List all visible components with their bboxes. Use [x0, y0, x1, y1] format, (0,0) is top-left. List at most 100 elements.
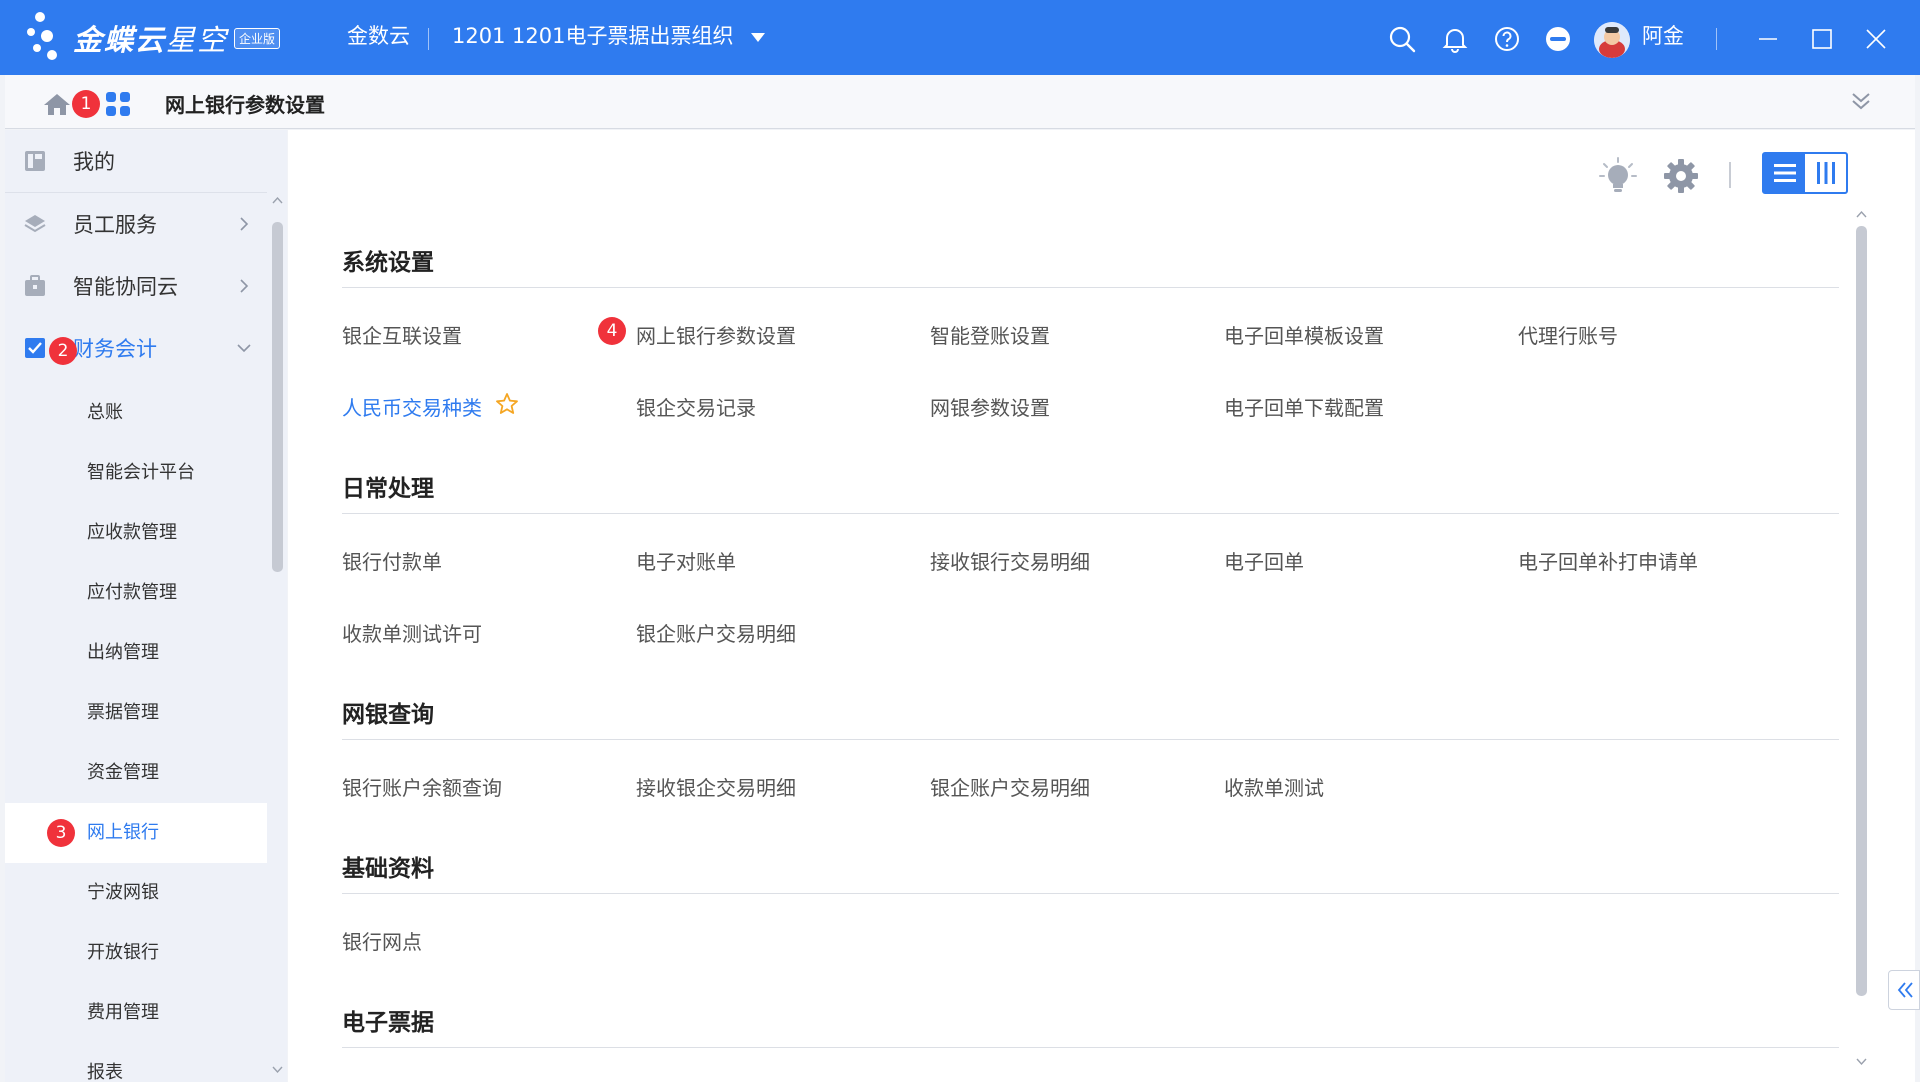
scroll-up-icon[interactable]: [1856, 210, 1867, 220]
org-dropdown-caret-icon[interactable]: [751, 33, 765, 42]
content-scroll-thumb[interactable]: [1856, 226, 1867, 996]
sidebar: 我的 员工服务 智能协同云 财务会计 2 总账 智能会计平台 应收款管理 应付款…: [5, 130, 287, 1082]
section-title-e-bills: 电子票据: [342, 1010, 434, 1036]
chevron-right-icon: [240, 279, 249, 293]
topbar-divider: [1716, 28, 1717, 50]
section-title-daily-processing: 日常处理: [342, 476, 434, 502]
user-name[interactable]: 阿金: [1642, 22, 1684, 50]
link-smart-posting-settings[interactable]: 智能登账设置: [930, 320, 1050, 349]
chevron-right-icon: [240, 217, 249, 231]
link-online-banking-params[interactable]: 网上银行参数设置: [636, 320, 796, 349]
org-code[interactable]: 1201: [452, 22, 505, 50]
sidebar-scroll-thumb[interactable]: [272, 222, 283, 572]
top-bar: 金蝶云星空 企业版 金数云 1201 1201电子票据出票组织 阿金: [0, 0, 1920, 75]
sidebar-item-label: 财务会计: [73, 337, 157, 361]
step-badge-4: 4: [598, 317, 626, 345]
list-view-button[interactable]: [1764, 154, 1805, 192]
search-icon[interactable]: [1388, 25, 1416, 53]
minimize-icon[interactable]: [1753, 24, 1783, 54]
link-ebank-params[interactable]: 网银参数设置: [930, 392, 1050, 421]
page-tab-bar: 1 网上银行参数设置: [5, 75, 1915, 129]
sidebar-item-finance[interactable]: 财务会计: [5, 317, 267, 379]
section-divider: [342, 1047, 1839, 1048]
scroll-up-icon[interactable]: [272, 196, 283, 206]
sidebar-subitem-receivables[interactable]: 应收款管理: [5, 503, 267, 563]
logo-mark-icon: [25, 10, 73, 66]
layers-icon: [24, 215, 46, 233]
sidebar-subitem-cashier[interactable]: 出纳管理: [5, 623, 267, 683]
double-chevron-left-icon: [1897, 982, 1913, 998]
sidebar-subitem-general-ledger[interactable]: 总账: [5, 383, 267, 443]
sidebar-item-collaboration[interactable]: 智能协同云: [5, 255, 267, 317]
link-receipt-test-license[interactable]: 收款单测试许可: [342, 618, 482, 647]
link-bank-transaction-records[interactable]: 银企交易记录: [636, 392, 756, 421]
columns-icon: [1816, 162, 1835, 184]
section-divider: [342, 893, 1839, 894]
link-agent-bank-account[interactable]: 代理行账号: [1518, 320, 1618, 349]
sidebar-item-mine[interactable]: 我的: [5, 130, 267, 192]
double-chevron-down-icon[interactable]: [1848, 88, 1874, 114]
edition-badge: 企业版: [234, 27, 281, 49]
content-scrollbar[interactable]: [1853, 208, 1869, 1070]
link-receipt-test[interactable]: 收款单测试: [1224, 772, 1324, 801]
page-title[interactable]: 网上银行参数设置: [165, 89, 325, 118]
minus-circle-icon[interactable]: [1544, 25, 1572, 53]
sidebar-subitem-ningbo-bank[interactable]: 宁波网银: [5, 863, 267, 923]
link-e-receipt[interactable]: 电子回单: [1224, 546, 1304, 575]
section-divider: [342, 513, 1839, 514]
bell-icon[interactable]: [1441, 25, 1469, 53]
link-bank-payment-bill[interactable]: 银行付款单: [342, 546, 442, 575]
step-badge-3: 3: [47, 819, 75, 847]
link-rmb-transaction-types[interactable]: 人民币交易种类: [342, 392, 482, 421]
brand-logo[interactable]: 金蝶云星空 企业版: [25, 10, 281, 66]
sidebar-subitem-payables[interactable]: 应付款管理: [5, 563, 267, 623]
sidebar-item-employee-service[interactable]: 员工服务: [5, 193, 267, 255]
link-e-receipt-template[interactable]: 电子回单模板设置: [1224, 320, 1384, 349]
org-name[interactable]: 1201电子票据出票组织: [512, 22, 733, 50]
link-e-receipt-download[interactable]: 电子回单下载配置: [1224, 392, 1384, 421]
sidebar-item-label: 智能协同云: [73, 275, 178, 299]
scroll-down-icon[interactable]: [272, 1064, 283, 1074]
view-mode-toggle[interactable]: [1762, 152, 1848, 194]
topbar-divider: [428, 28, 429, 50]
apps-grid-icon[interactable]: [105, 91, 131, 117]
link-e-statement[interactable]: 电子对账单: [636, 546, 736, 575]
link-bank-account-transactions-query[interactable]: 银企账户交易明细: [930, 772, 1090, 801]
sidebar-subitem-reports[interactable]: 报表: [5, 1043, 267, 1082]
sidebar-item-label: 我的: [73, 150, 115, 174]
gear-icon[interactable]: [1661, 156, 1701, 196]
sidebar-subitem-funds[interactable]: 资金管理: [5, 743, 267, 803]
home-icon[interactable]: [43, 92, 71, 116]
checkbox-icon: [25, 338, 45, 358]
sidebar-subitem-notes[interactable]: 票据管理: [5, 683, 267, 743]
sidebar-scrollbar[interactable]: [268, 192, 287, 1082]
step-badge-1: 1: [72, 90, 100, 118]
chevron-down-icon: [237, 344, 251, 353]
lightbulb-icon[interactable]: [1598, 156, 1638, 196]
avatar[interactable]: [1594, 22, 1630, 58]
brand-name: 金蝶云星空: [73, 23, 229, 57]
section-divider: [342, 739, 1839, 740]
step-badge-2: 2: [49, 337, 77, 365]
link-receive-bank-transactions[interactable]: 接收银行交易明细: [930, 546, 1090, 575]
sidebar-subitem-open-banking[interactable]: 开放银行: [5, 923, 267, 983]
close-icon[interactable]: [1861, 24, 1891, 54]
scroll-down-icon[interactable]: [1856, 1056, 1867, 1066]
sidebar-subitem-online-banking[interactable]: 网上银行: [5, 803, 267, 863]
link-bank-branch[interactable]: 银行网点: [342, 926, 422, 955]
help-icon[interactable]: [1493, 25, 1521, 53]
expand-panel-button[interactable]: [1888, 970, 1920, 1010]
sidebar-subitem-smart-accounting[interactable]: 智能会计平台: [5, 443, 267, 503]
sidebar-subitem-expense[interactable]: 费用管理: [5, 983, 267, 1043]
link-receive-enterprise-transactions[interactable]: 接收银企交易明细: [636, 772, 796, 801]
product-switcher[interactable]: 金数云: [347, 22, 410, 50]
link-bank-account-transactions[interactable]: 银企账户交易明细: [636, 618, 796, 647]
briefcase-icon: [25, 275, 45, 296]
link-e-receipt-reprint-request[interactable]: 电子回单补打申请单: [1518, 546, 1698, 575]
section-title-basic-data: 基础资料: [342, 856, 434, 882]
maximize-icon[interactable]: [1807, 24, 1837, 54]
column-view-button[interactable]: [1805, 154, 1846, 192]
link-bank-enterprise-interconnect[interactable]: 银企互联设置: [342, 320, 462, 349]
star-icon[interactable]: [495, 392, 519, 416]
link-account-balance-query[interactable]: 银行账户余额查询: [342, 772, 502, 801]
